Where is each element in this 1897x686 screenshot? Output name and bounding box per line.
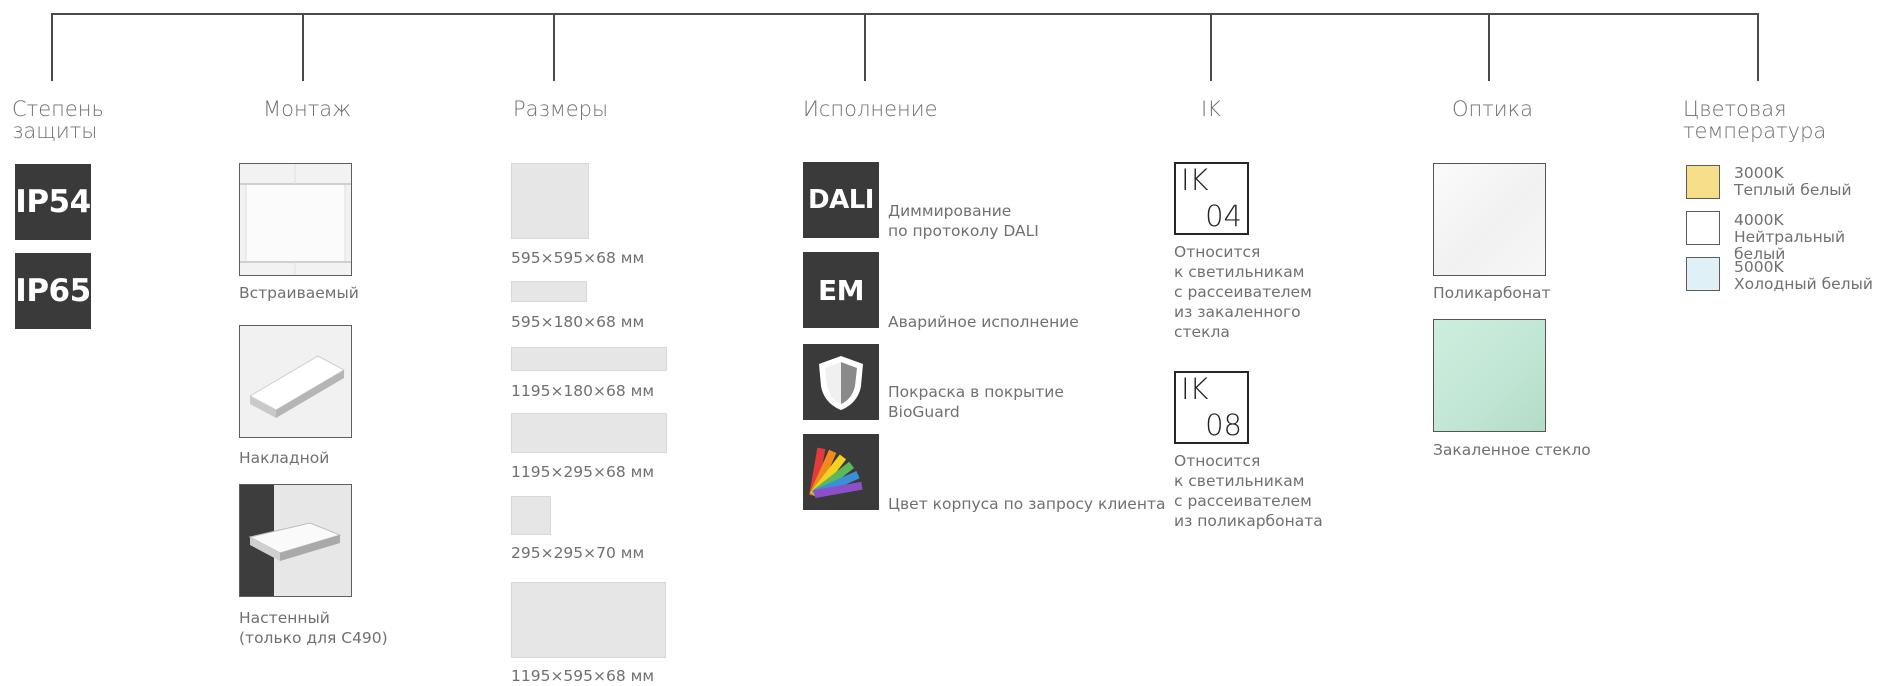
size-295x295-block: [511, 496, 551, 535]
size-1195x180-label: 1195×180×68 мм: [511, 382, 655, 400]
bioguard-shield-icon: [819, 356, 863, 410]
size-595x180-block: [511, 281, 587, 302]
recessed-mount-image: [239, 163, 352, 276]
em-label: Аварийное исполнение: [888, 313, 1079, 331]
em-icon: EM: [803, 252, 879, 328]
dali-badge-label: DALI: [808, 185, 874, 215]
ip65-badge: IP65: [15, 253, 91, 329]
ik04-icon: IK 04: [1174, 162, 1249, 235]
ik04-prefix: IK: [1181, 163, 1209, 197]
cold-white-kelvin: 5000K: [1734, 258, 1784, 276]
ik08-description: Относится к светильникам с рассеивателем…: [1174, 452, 1323, 530]
dali-label: Диммирование по протоколу DALI: [888, 202, 1039, 240]
surface-mount-image: [239, 325, 352, 438]
ip54-badge: IP54: [15, 164, 91, 240]
ip54-label: IP54: [15, 184, 91, 220]
neutral-white-kelvin: 4000K: [1734, 211, 1784, 229]
tree-branch-color-temp: [1757, 13, 1759, 81]
tree-horizontal-line: [51, 13, 1759, 15]
size-1195x595-block: [511, 582, 666, 658]
surface-luminaire-icon: [240, 326, 351, 437]
tree-branch-ik: [1210, 13, 1212, 81]
size-295x295-label: 295×295×70 мм: [511, 544, 645, 562]
ip65-label: IP65: [15, 273, 91, 309]
tree-branch-sizes: [553, 13, 555, 81]
size-1195x180-block: [511, 347, 667, 371]
size-595x595-label: 595×595×68 мм: [511, 249, 645, 267]
ik-heading: IK: [1201, 97, 1221, 121]
polycarbonate-label: Поликарбонат: [1433, 284, 1551, 302]
tree-branch-mounting: [302, 13, 304, 81]
recessed-ceiling-icon: [240, 164, 351, 275]
size-595x180-label: 595×180×68 мм: [511, 313, 645, 331]
dali-icon: DALI: [803, 162, 879, 238]
tree-branch-optics: [1488, 13, 1490, 81]
sizes-heading: Размеры: [513, 97, 609, 121]
shield-icon: [803, 344, 879, 420]
tempered-glass-label: Закаленное стекло: [1433, 441, 1591, 459]
size-595x595-block: [511, 163, 589, 239]
color-on-request-label: Цвет корпуса по запросу клиента: [888, 495, 1166, 513]
bioguard-label: Покраска в покрытие BioGuard: [888, 383, 1064, 421]
warm-white-kelvin: 3000K: [1734, 164, 1784, 182]
mounting-heading: Монтаж: [263, 97, 352, 121]
size-1195x295-label: 1195×295×68 мм: [511, 463, 655, 481]
surface-mount-label: Накладной: [239, 449, 330, 467]
ik04-code: 04: [1205, 199, 1242, 233]
ik04-description: Относится к светильникам с рассеивателем…: [1174, 243, 1312, 341]
wall-mount-image: [239, 484, 352, 597]
tree-branch-protection: [51, 13, 53, 81]
color-palette-fan-icon: [809, 447, 863, 498]
size-1195x295-block: [511, 413, 667, 453]
ik08-prefix: IK: [1181, 372, 1209, 406]
cold-white-swatch: [1686, 257, 1720, 291]
neutral-white-swatch: [1686, 211, 1720, 245]
tree-branch-execution: [864, 13, 866, 81]
optics-heading: Оптика: [1452, 97, 1533, 121]
cold-white-name: Холодный белый: [1734, 275, 1873, 293]
ik08-icon: IK 08: [1174, 371, 1249, 444]
wall-luminaire-icon: [240, 485, 351, 596]
size-1195x595-label: 1195×595×68 мм: [511, 667, 655, 685]
color-temp-heading: Цветовая температура: [1683, 97, 1827, 143]
wall-mount-label: Настенный (только для C490): [239, 609, 388, 647]
polycarbonate-sample: [1433, 163, 1546, 276]
warm-white-name: Теплый белый: [1734, 181, 1852, 199]
ik08-code: 08: [1205, 408, 1242, 442]
warm-white-swatch: [1686, 165, 1720, 199]
execution-heading: Исполнение: [803, 97, 938, 121]
tempered-glass-sample: [1433, 319, 1546, 432]
color-fan-icon: [803, 434, 879, 510]
recessed-mount-label: Встраиваемый: [239, 284, 359, 302]
protection-heading: Степень защиты: [12, 97, 104, 143]
em-badge-label: EM: [818, 273, 865, 307]
